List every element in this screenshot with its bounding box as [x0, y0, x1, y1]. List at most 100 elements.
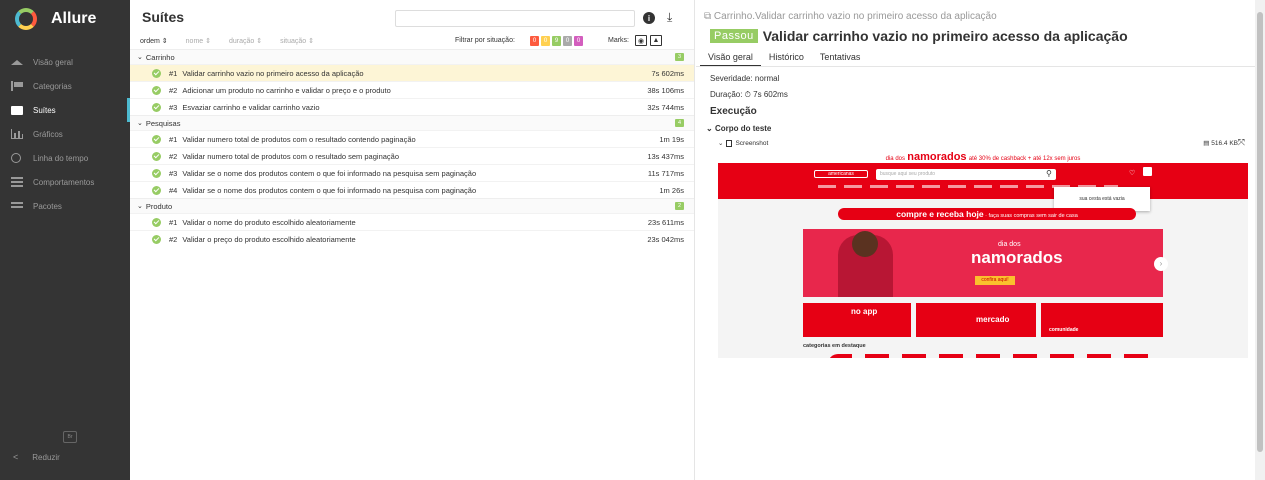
chevron-down-icon: ⌄: [137, 203, 143, 210]
download-icon[interactable]: ⤓: [667, 10, 672, 25]
test-name: Validar numero total de produtos com o r…: [182, 134, 416, 144]
sidebar-item-label: Linha do tempo: [33, 153, 89, 163]
suites-list-panel: Suítes i ⤓ ordem ⇕ nome ⇕ duração ⇕ situ…: [130, 0, 695, 480]
test-row[interactable]: #4 Validar se o nome dos produtos contem…: [130, 181, 694, 198]
test-number: #4: [169, 185, 178, 195]
test-name: Validar numero total de produtos com o r…: [182, 151, 399, 161]
attachment-toggle[interactable]: ⌄ Screenshot: [718, 139, 768, 147]
test-row[interactable]: #3 Esvaziar carrinho e validar carrinho …: [130, 98, 694, 115]
chevron-down-icon: ⌄: [137, 120, 143, 127]
sidebar-item-behaviors[interactable]: Comportamentos: [0, 170, 130, 194]
brand[interactable]: Allure: [0, 0, 130, 38]
filter-broken-toggle[interactable]: 0: [541, 36, 550, 46]
attachment-size-text: 516.4 KB: [1211, 140, 1238, 147]
test-name: Validar o nome do produto escolhido alea…: [182, 217, 356, 227]
screenshot-site-header: americanas busque aqui seu produto ⚲ ♡: [718, 163, 1248, 199]
page-title: Suítes: [142, 8, 185, 25]
tabs-divider: [696, 66, 1255, 67]
test-number: #1: [169, 217, 178, 227]
test-body-label: Corpo do teste: [714, 124, 772, 133]
test-detail-panel: ⧉ Carrinho.Validar carrinho vazio no pri…: [696, 0, 1265, 480]
tab-retries[interactable]: Tentativas: [812, 50, 869, 67]
new-failed-mark-toggle[interactable]: ▲: [650, 35, 662, 46]
passed-status-icon: [152, 134, 161, 144]
sort-status[interactable]: situação ⇕: [280, 37, 314, 45]
sidebar-item-categories[interactable]: Categorias: [0, 74, 130, 98]
sort-duration[interactable]: duração ⇕: [229, 37, 262, 45]
suite-group-header[interactable]: ⌄ Produto 2: [130, 199, 694, 213]
scrollbar[interactable]: [1255, 0, 1265, 480]
screenshot-preview[interactable]: dia dos namorados até 30% de cashback + …: [718, 151, 1248, 358]
briefcase-icon: [11, 105, 23, 115]
banner-person-head: [852, 231, 878, 257]
test-name: Adicionar um produto no carrinho e valid…: [182, 85, 391, 95]
scrollbar-thumb[interactable]: [1257, 12, 1263, 452]
test-duration: 11s 717ms: [647, 168, 684, 178]
sort-order[interactable]: ordem ⇕: [140, 37, 168, 45]
sidebar-item-graphs[interactable]: Gráficos: [0, 122, 130, 146]
sidebar-item-timeline[interactable]: Linha do tempo: [0, 146, 130, 170]
sidebar-item-label: Categorias: [33, 81, 72, 91]
filter-passed-toggle[interactable]: 9: [552, 36, 561, 46]
test-number: #2: [169, 234, 178, 244]
filter-failed-toggle[interactable]: 0: [530, 36, 539, 46]
test-row[interactable]: #3 Validar se o nome dos produtos contem…: [130, 164, 694, 181]
promo-suffix: até 30% de cashback + até 12x sem juros: [968, 156, 1081, 162]
suite-count-badge: 2: [675, 202, 684, 210]
suite-group: ⌄ Carrinho 3 #1 Validar carrinho vazio n…: [130, 49, 694, 115]
sidebar-item-label: Suítes: [33, 105, 56, 115]
sidebar-item-suites[interactable]: Suítes: [0, 98, 130, 122]
collapse-sidebar-button[interactable]: < Reduzir: [13, 452, 60, 462]
suite-group-header[interactable]: ⌄ Pesquisas 4: [130, 116, 694, 130]
flaky-mark-toggle[interactable]: ◉: [635, 35, 647, 46]
test-row[interactable]: #1 Validar carrinho vazio no primeiro ac…: [130, 64, 694, 81]
promo-prefix: dia dos: [885, 156, 905, 162]
tab-history[interactable]: Histórico: [761, 50, 812, 67]
chevron-down-icon: ⌄: [718, 140, 724, 147]
test-name: Validar se o nome dos produtos contem o …: [182, 185, 477, 195]
allure-report-app: Allure Visão geral Categorias Suítes Grá…: [0, 0, 1265, 480]
test-row[interactable]: #1 Validar numero total de produtos com …: [130, 130, 694, 147]
search-input[interactable]: [395, 10, 635, 27]
language-button[interactable]: Br: [63, 431, 77, 443]
chevron-left-icon: <: [13, 452, 19, 462]
sidebar-item-label: Visão geral: [33, 57, 73, 67]
chevron-down-icon: ⌄: [706, 124, 713, 133]
home-icon: [11, 59, 23, 65]
suite-name: Produto: [145, 201, 173, 211]
passed-status-icon: [152, 168, 161, 178]
sort-label: duração: [228, 38, 255, 45]
test-duration: 1m 19s: [659, 134, 684, 144]
filter-unknown-toggle[interactable]: 0: [574, 36, 583, 46]
suite-name: Carrinho: [145, 52, 175, 62]
expand-icon[interactable]: ⤧: [1238, 137, 1245, 148]
passed-status-icon: [152, 85, 161, 95]
file-icon: ▤: [1203, 140, 1210, 147]
test-path[interactable]: ⧉ Carrinho.Validar carrinho vazio no pri…: [704, 11, 997, 22]
cta-rest: · faça suas compras sem sair de casa: [983, 213, 1078, 219]
test-row[interactable]: #2 Validar numero total de produtos com …: [130, 147, 694, 164]
sort-name[interactable]: nome ⇕: [186, 37, 211, 45]
passed-status-icon: [152, 185, 161, 195]
sort-label: situação: [280, 38, 307, 45]
site-card-app: no app: [803, 303, 911, 337]
chevron-right-icon: ›: [1154, 257, 1168, 271]
sidebar-item-label: Comportamentos: [33, 177, 95, 187]
info-icon[interactable]: i: [643, 12, 655, 24]
test-number: #3: [169, 168, 178, 178]
sidebar-item-overview[interactable]: Visão geral: [0, 50, 130, 74]
test-row[interactable]: #2 Adicionar um produto no carrinho e va…: [130, 81, 694, 98]
passed-status-icon: [152, 68, 161, 78]
test-body-toggle[interactable]: ⌄ Corpo do teste: [706, 124, 771, 133]
tab-overview[interactable]: Visão geral: [700, 50, 761, 67]
sidebar-item-packages[interactable]: Pacotes: [0, 194, 130, 218]
copy-icon: ⧉: [704, 11, 712, 22]
detail-tabs: Visão geral Histórico Tentativas: [700, 50, 868, 67]
suite-group-header[interactable]: ⌄ Carrinho 3: [130, 50, 694, 64]
banner-big-text: namorados: [971, 248, 1063, 267]
site-logo: americanas: [814, 170, 868, 178]
test-row[interactable]: #1 Validar o nome do produto escolhido a…: [130, 213, 694, 230]
test-row[interactable]: #2 Validar o preço do produto escolhido …: [130, 230, 694, 247]
filter-skipped-toggle[interactable]: 0: [563, 36, 572, 46]
test-name: Validar carrinho vazio no primeiro acess…: [182, 68, 364, 78]
